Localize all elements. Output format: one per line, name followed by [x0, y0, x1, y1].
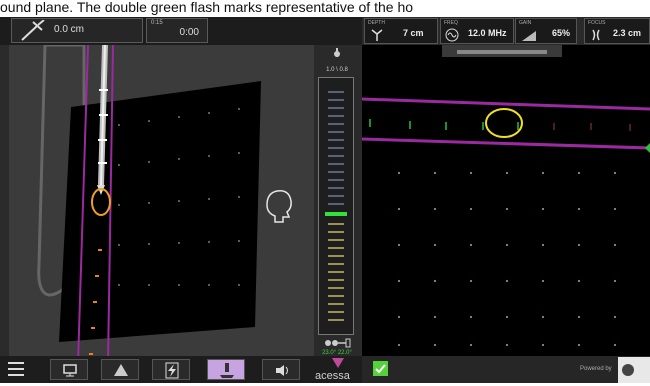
needle-depth-value: 0.0 cm: [54, 24, 85, 35]
display-button[interactable]: [50, 359, 88, 380]
3d-scene: [37, 45, 292, 363]
ultrasound-app: 0.0 cm 0:15 0:00 1.0 \ 0.8 23.0° 22.0° D…: [0, 17, 650, 383]
brand-logo: acessa: [314, 356, 362, 383]
head-profile-icon: [266, 189, 292, 223]
focus-icon: [592, 29, 600, 41]
top-status-bar-right: DEPTH 7 cm FREQ 12.0 MHz GAIN 65% FOCUS: [362, 17, 650, 45]
ultrasound-canvas: [362, 45, 650, 346]
gain-label: GAIN: [519, 20, 532, 26]
focus-value: 2.3 cm: [613, 28, 642, 38]
menu-icon[interactable]: [8, 362, 24, 377]
freq-value: 12.0 MHz: [468, 28, 507, 38]
partner-logo-icon: [618, 357, 650, 383]
probe-button[interactable]: [207, 359, 245, 380]
probe-icon: [220, 363, 234, 378]
checkmark: [375, 364, 386, 374]
depth-value: 7 cm: [403, 28, 424, 38]
gain-icon: [522, 31, 536, 41]
bottom-toolbar: [0, 356, 362, 383]
needle-depth-box: 0.0 cm: [11, 18, 143, 43]
speaker-icon: [276, 365, 288, 376]
ultrasound-fan-icon: [114, 364, 128, 376]
ultrasound-image[interactable]: [362, 45, 650, 356]
brand-text: acessa: [315, 370, 350, 382]
gauge-scale: [318, 77, 354, 335]
depth-box[interactable]: DEPTH 7 cm: [364, 18, 438, 44]
monitor-icon: [63, 364, 77, 377]
timer-value: 0:00: [179, 27, 199, 38]
depth-label: DEPTH: [368, 20, 385, 26]
frequency-icon: [445, 28, 459, 42]
ablation-button[interactable]: [152, 359, 190, 380]
bottom-right-bar: Powered by: [362, 356, 650, 383]
focus-label: FOCUS: [588, 20, 606, 26]
3d-guidance-view[interactable]: [9, 45, 314, 363]
audio-button[interactable]: [262, 359, 300, 380]
gain-value: 65%: [552, 28, 571, 38]
check-icon[interactable]: [373, 361, 388, 376]
freq-box[interactable]: FREQ 12.0 MHz: [440, 18, 514, 44]
depth-gauge: 1.0 \ 0.8 23.0° 22.0°: [314, 45, 360, 363]
ultrasound-mode-button[interactable]: [101, 359, 139, 380]
top-status-bar-left: 0.0 cm 0:15 0:00: [0, 17, 362, 45]
freq-label: FREQ: [444, 20, 458, 26]
gauge-top-icon: [334, 48, 340, 57]
depth-icon: [371, 29, 383, 41]
powered-by-text: Powered by: [580, 366, 612, 372]
gauge-ticks: [325, 91, 347, 321]
logo-icon: [332, 358, 344, 368]
focus-box[interactable]: FOCUS 2.3 cm: [584, 18, 650, 44]
angle-icon: [325, 338, 351, 348]
timer-box: 0:15 0:00: [146, 18, 208, 43]
caption-text: ound plane. The double green flash marks…: [0, 0, 650, 17]
needle-icon: [21, 20, 45, 41]
gauge-ratio: 1.0 \ 0.8: [326, 67, 348, 73]
gain-box[interactable]: GAIN 65%: [515, 18, 577, 44]
lightning-icon: [165, 362, 179, 379]
timer-small: 0:15: [151, 20, 163, 26]
